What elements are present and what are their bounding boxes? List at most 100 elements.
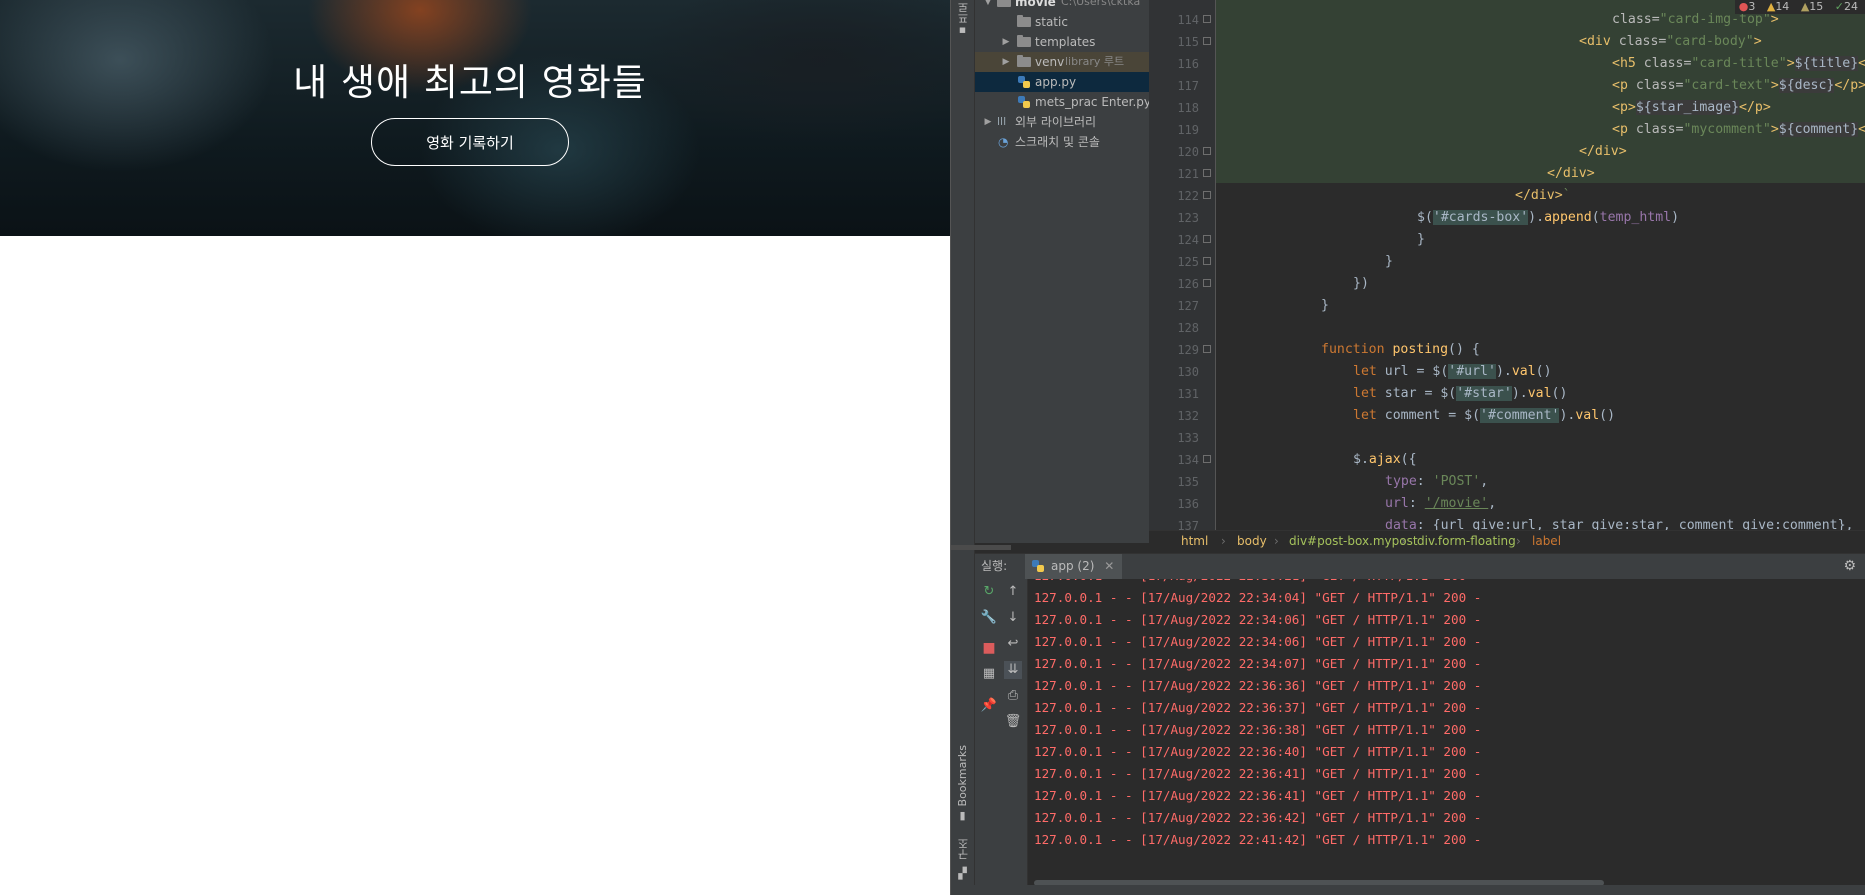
tree-item-venv[interactable]: ▶ venv library 루트	[975, 52, 1149, 72]
console-line: 127.0.0.1 - - [17/Aug/2022 22:30:21] "GE…	[1034, 579, 1481, 587]
run-tab-app[interactable]: app (2) ✕	[1025, 554, 1123, 579]
code-line: <div class="card-body">	[1579, 34, 1762, 49]
code-line: }	[1321, 298, 1329, 313]
structure-tool-tab[interactable]: 구조	[956, 838, 972, 860]
tree-item-label: static	[1035, 15, 1068, 29]
rerun-icon[interactable]: ↻	[980, 583, 998, 601]
tree-item-app-py[interactable]: app.py	[975, 72, 1149, 92]
line-number: 136	[1177, 497, 1199, 511]
stop-icon[interactable]: ■	[980, 639, 998, 657]
console-line: 127.0.0.1 - - [17/Aug/2022 22:36:38] "GE…	[1034, 722, 1482, 737]
soft-wrap-icon[interactable]: ↩	[1004, 635, 1022, 653]
console-line: 127.0.0.1 - - [17/Aug/2022 22:41:42] "GE…	[1034, 832, 1482, 847]
console-line: 127.0.0.1 - - [17/Aug/2022 22:34:06] "GE…	[1034, 612, 1482, 627]
breadcrumb-item[interactable]: body	[1237, 531, 1267, 551]
print-icon[interactable]: ⎙	[1004, 687, 1022, 705]
trash-icon[interactable]: 🗑	[1004, 713, 1022, 731]
chevron-right-icon[interactable]: ▶	[983, 112, 993, 132]
fold-marker-icon[interactable]	[1203, 235, 1211, 243]
line-number: 124	[1177, 233, 1199, 247]
tree-item-label: venv	[1035, 55, 1065, 69]
fold-marker-icon[interactable]	[1203, 455, 1211, 463]
fold-marker-icon[interactable]	[1203, 279, 1211, 287]
record-movie-button[interactable]: 영화 기록하기	[371, 118, 569, 166]
line-number: 135	[1177, 475, 1199, 489]
tree-item-external-libraries[interactable]: ▶ lll 외부 라이브러리	[975, 112, 1149, 132]
arrow-down-icon[interactable]: ↓	[1004, 609, 1022, 627]
code-line: </div>	[1547, 166, 1595, 181]
tree-item-movie[interactable]: ▼ movie C:\Users\cktka	[975, 0, 1149, 12]
tree-item-static[interactable]: static	[975, 12, 1149, 32]
code-line: <p class="card-text">${desc}</p>	[1612, 78, 1865, 93]
code-line: })	[1353, 276, 1369, 291]
fold-column	[1199, 0, 1216, 530]
chevron-right-icon[interactable]: ▶	[1001, 32, 1011, 52]
line-number: 126	[1177, 277, 1199, 291]
code-line: $.ajax({	[1353, 452, 1417, 467]
line-number: 125	[1177, 255, 1199, 269]
chevron-down-icon[interactable]: ▼	[983, 0, 993, 12]
folder-icon	[1017, 35, 1031, 47]
line-number: 120	[1177, 145, 1199, 159]
hero-title: 내 생애 최고의 영화들	[293, 61, 647, 104]
python-file-icon	[1018, 76, 1030, 88]
tree-item-scratches[interactable]: ◔ 스크래치 및 콘솔	[975, 132, 1149, 152]
line-number: 116	[1177, 57, 1199, 71]
code-line: $('#cards-box').append(temp_html)	[1417, 210, 1680, 225]
tree-item-templates[interactable]: ▶ templates	[975, 32, 1149, 52]
code-line: <p class="mycomment">${comment}<	[1612, 122, 1865, 137]
layout-icon[interactable]: ▦	[980, 665, 998, 683]
run-tab-label: app (2)	[1051, 559, 1095, 573]
breadcrumb-item[interactable]: div#post-box.mypost	[1289, 531, 1418, 551]
tree-item-mets-prac[interactable]: mets_prac Enter.py	[975, 92, 1149, 112]
hero-banner: 내 생애 최고의 영화들 영화 기록하기	[0, 0, 950, 236]
ide-window: 프로 ▪ Bookmarks ▮ 구조 ▞ ▼ movie C:\Users\c…	[950, 0, 1865, 895]
gear-icon[interactable]: ⚙	[1843, 554, 1856, 579]
breadcrumb-item[interactable]: label	[1532, 531, 1561, 551]
line-number-gutter: 114 115 116 117 118 119 120 121 122 123 …	[1149, 0, 1199, 530]
typo-icon: ✓	[1834, 0, 1844, 13]
fold-marker-icon[interactable]	[1203, 191, 1211, 199]
line-number: 119	[1177, 123, 1199, 137]
project-tool-tab[interactable]: 프로	[956, 2, 972, 24]
console-line: 127.0.0.1 - - [17/Aug/2022 22:34:06] "GE…	[1034, 634, 1482, 649]
line-number: 133	[1177, 431, 1199, 445]
pin-icon[interactable]: 📌	[980, 697, 998, 715]
browser-viewport: 내 생애 최고의 영화들 영화 기록하기	[0, 0, 950, 895]
fold-marker-icon[interactable]	[1203, 147, 1211, 155]
close-icon[interactable]: ✕	[1104, 559, 1114, 573]
console-line: 127.0.0.1 - - [17/Aug/2022 22:36:42] "GE…	[1034, 810, 1482, 825]
breadcrumb-item[interactable]: html	[1181, 531, 1208, 551]
bookmarks-tool-tab[interactable]: Bookmarks	[956, 745, 969, 806]
inspection-indicators[interactable]: ●3 ▲14 ▲15 ✓24	[1734, 0, 1865, 14]
left-tool-strip: 프로 ▪ Bookmarks ▮ 구조 ▞	[951, 0, 975, 895]
code-area[interactable]: class="card-img-top"> <div class="card-b…	[1216, 0, 1865, 530]
console-line: 127.0.0.1 - - [17/Aug/2022 22:36:40] "GE…	[1034, 744, 1482, 759]
code-editor[interactable]: 114 115 116 117 118 119 120 121 122 123 …	[1149, 0, 1865, 530]
console-line: 127.0.0.1 - - [17/Aug/2022 22:34:04] "GE…	[1034, 590, 1482, 605]
run-console[interactable]: 127.0.0.1 - - [17/Aug/2022 22:30:21] "GE…	[1028, 579, 1865, 895]
wrench-icon[interactable]: 🔧	[980, 609, 998, 627]
code-line: function posting() {	[1321, 342, 1480, 357]
line-number: 115	[1177, 35, 1199, 49]
code-line: let star = $('#star').val()	[1353, 386, 1568, 401]
chevron-right-icon[interactable]: ▶	[1001, 52, 1011, 72]
fold-marker-icon[interactable]	[1203, 169, 1211, 177]
console-line: 127.0.0.1 - - [17/Aug/2022 22:36:36] "GE…	[1034, 678, 1482, 693]
scroll-to-end-icon[interactable]: ⇊	[1004, 661, 1022, 679]
line-number: 123	[1177, 211, 1199, 225]
fold-marker-icon[interactable]	[1203, 345, 1211, 353]
fold-marker-icon[interactable]	[1203, 37, 1211, 45]
folder-icon	[997, 0, 1011, 7]
line-number: 134	[1177, 453, 1199, 467]
editor-horizontal-scrollbar[interactable]	[951, 545, 1011, 550]
breadcrumb-item[interactable]: div.form-floating	[1417, 531, 1516, 551]
status-bar	[951, 885, 1865, 895]
line-number: 132	[1177, 409, 1199, 423]
fold-marker-icon[interactable]	[1203, 15, 1211, 23]
project-tree: ▼ movie C:\Users\cktka static ▶ template…	[975, 0, 1149, 543]
line-number: 117	[1177, 79, 1199, 93]
code-line: data: {url_give:url, star_give:star, com…	[1385, 518, 1854, 530]
fold-marker-icon[interactable]	[1203, 257, 1211, 265]
arrow-up-icon[interactable]: ↑	[1004, 583, 1022, 601]
